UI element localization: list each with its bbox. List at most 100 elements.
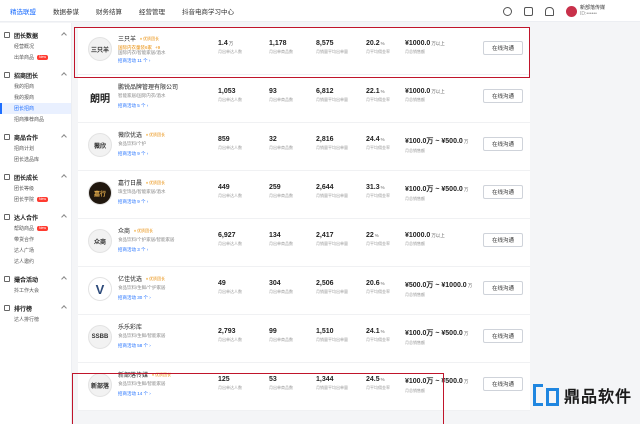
sidebar-item[interactable]: 团长等级 [0,183,71,194]
sidebar-group-header[interactable]: 排行榜 [0,302,71,314]
sidebar-group-header[interactable]: 招商团长 [0,69,71,81]
stat-unit: % [374,233,379,238]
stat-cell: ¥1000.0万以上 月总销售额 [405,232,445,247]
leader-category: 智能家居/国际内衣/酒水 [118,93,166,98]
settings-icon[interactable] [503,6,512,16]
activity-link[interactable]: 招商活动 9 个 › [118,199,148,205]
stat-label: 月出单达人数 [218,337,242,342]
top-nav-item[interactable]: 财务结算 [96,6,122,16]
online-chat-button[interactable]: 在线沟通 [483,281,523,295]
activity-link[interactable]: 招商活动 5 个 › [118,103,148,109]
leader-name[interactable]: 乐乐彩库 [118,322,142,331]
stat-cell: 20.6% 月平均佣金率 [366,280,390,295]
new-badge: New [37,55,49,60]
sidebar-item[interactable]: 团长选品库 [0,154,71,165]
leader-name[interactable]: 鹏锐品牌管理有限公司 [118,82,178,91]
stat-number: 2,417 [316,232,334,239]
quality-tag: 优质团长 [140,36,159,42]
online-chat-button[interactable]: 在线沟通 [483,329,523,343]
top-nav-item[interactable]: 精选联盟 [10,6,36,16]
sidebar-item-label: 经营概况 [14,44,35,50]
leader-name[interactable]: 薇欣优选优质团长 [118,130,165,140]
stat-label: 月平均佣金率 [366,97,390,102]
leader-name[interactable]: 嘉行日晨优质团长 [118,178,165,188]
stat-unit: 万 [228,41,234,46]
stat-cell: ¥100.0万 ~ ¥500.0万 月总销售额 [405,328,468,346]
stat-value: 259 [269,184,293,191]
sidebar-group-header[interactable]: 团长成长 [0,171,71,183]
stat-number: 304 [269,280,281,287]
sidebar-item[interactable]: 团长学院 New [0,194,71,205]
activity-link[interactable]: 招商活动 9 个 › [118,151,148,157]
sidebar-item-label: 达人邀约 [14,259,35,265]
sidebar-group: 商品合作 招商计划 团长选品库 [0,131,71,165]
leader-logo: 薇欣 [88,133,112,157]
watermark-text: 鼎品软件 [563,389,632,406]
activity-link[interactable]: 招商活动 3 个 › [118,247,148,253]
stat-cell: 2,506 月销量平均出单量 [316,280,348,295]
leader-name[interactable]: 三只羊优质团长 [118,34,159,44]
leader-category: 珠宝饰品/智能家居/酒水 [118,189,166,194]
sidebar-item[interactable]: 达人广场 [0,245,71,256]
stat-value: 24.4% [366,136,390,143]
stat-cell: 99 月出单商品数 [269,328,293,343]
stat-value: 6,927 [218,232,242,239]
online-chat-button[interactable]: 在线沟通 [483,41,523,55]
stat-value: 6,812 [316,88,348,95]
sidebar-item[interactable]: 我的报商 [0,92,71,103]
top-nav-item[interactable]: 经营管理 [139,6,165,16]
stat-number: 1,510 [316,328,334,335]
activity-link[interactable]: 招商活动 11 个 › [118,58,150,64]
user-info[interactable]: 新部落传媒 ID:•••••• [580,5,640,17]
stat-unit: 万 [463,187,469,192]
sidebar-group-header[interactable]: 撮合活动 [0,273,71,285]
activity-link[interactable]: 招商活动 58 个 › [118,343,151,349]
top-nav-item[interactable]: 抖音电商学习中心 [182,6,234,16]
stat-value: 20.6% [366,280,390,287]
stat-cell: 1,510 月销量平均出单量 [316,328,348,343]
sidebar-group-header[interactable]: 团长数据 [0,29,71,41]
online-chat-button[interactable]: 在线沟通 [483,185,523,199]
sidebar-item[interactable]: 帮助商品 New [0,223,71,234]
stat-number: 24.1 [366,328,380,335]
online-chat-button[interactable]: 在线沟通 [483,137,523,151]
top-nav: 精选联盟 数据参谋 财务结算 经营管理 抖音电商学习中心 [0,6,251,16]
sidebar-item[interactable]: 带货合作 [0,234,71,245]
sidebar-item-label: 出单商品 [14,55,35,61]
stat-label: 月平均佣金率 [366,337,390,342]
sidebar-item[interactable]: 团长招商 [0,103,71,114]
sidebar-group-header[interactable]: 达人合作 [0,211,71,223]
chevron-up-icon [61,214,67,220]
stat-number: 449 [218,184,230,191]
leader-name[interactable]: 众商优质团长 [118,226,153,236]
activity-link[interactable]: 招商活动 30 个 › [118,295,151,301]
sidebar-item[interactable]: 经营概况 [0,41,71,52]
sidebar-item[interactable]: 达人排行榜 [0,314,71,325]
online-chat-button[interactable]: 在线沟通 [483,377,523,391]
notification-bell-icon[interactable] [545,6,554,16]
stat-unit: % [380,329,385,334]
sidebar-item-label: 达人排行榜 [14,317,40,323]
leader-name[interactable]: 亿佳优选优质团长 [118,274,165,284]
stat-cell: 2,816 月销量平均出单量 [316,136,348,151]
sidebar-item[interactable]: 达人邀约 [0,256,71,267]
user-avatar[interactable] [566,5,577,17]
sidebar-item[interactable]: 我的招商 [0,81,71,92]
stat-number: ¥100.0万 ~ ¥500.0 [405,138,463,145]
stat-label: 月出单商品数 [269,241,293,246]
top-nav-item[interactable]: 数据参谋 [53,6,79,16]
stat-label: 月总销售额 [405,49,425,54]
online-chat-button[interactable]: 在线沟通 [483,89,523,103]
sidebar-item[interactable]: 招商推荐商品 [0,114,71,125]
sidebar-item-label: 抖工作大会 [14,288,40,294]
stat-unit: 万 [463,139,469,144]
sidebar-item[interactable]: 抖工作大会 [0,285,71,296]
sidebar-group-header[interactable]: 商品合作 [0,131,71,143]
sidebar-group-label: 团长成长 [14,175,39,182]
stat-number: ¥1000.0 [405,40,431,47]
online-chat-button[interactable]: 在线沟通 [483,233,523,247]
sidebar-item[interactable]: 出单商品 New [0,52,71,63]
message-icon[interactable] [524,6,533,16]
sidebar-item[interactable]: 招商计划 [0,143,71,154]
stat-cell: 6,927 月出单达人数 [218,232,242,247]
